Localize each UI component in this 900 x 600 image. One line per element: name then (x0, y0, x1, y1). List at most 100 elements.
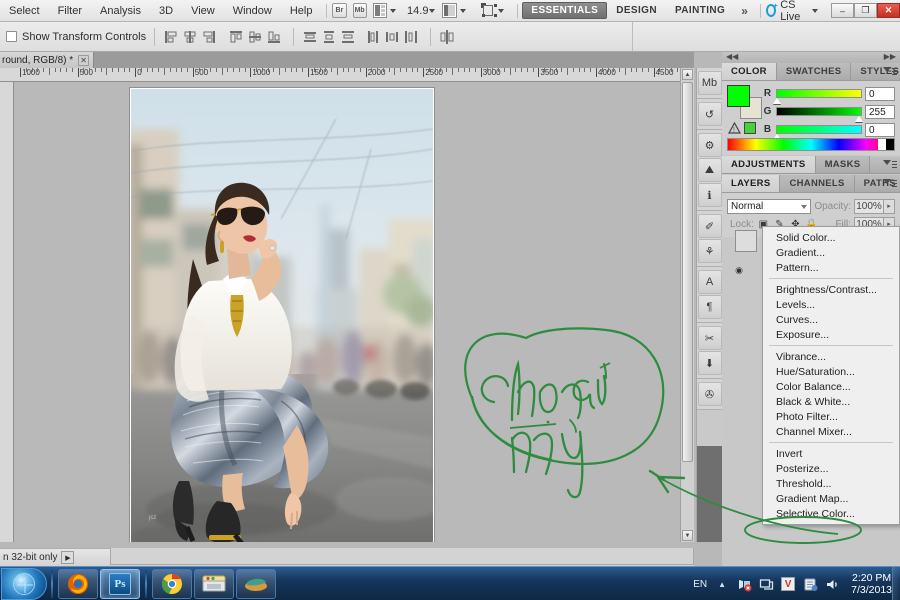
document-tab[interactable]: round, RGB/8) * ✕ (0, 52, 94, 68)
status-menu-icon[interactable]: ▶ (61, 551, 74, 564)
menu-item-pattern[interactable]: Pattern... (763, 260, 899, 275)
minimize-button[interactable]: – (831, 3, 854, 18)
canvas-horizontal-scrollbar[interactable] (110, 548, 694, 565)
workspace-overflow-icon[interactable]: » (734, 4, 755, 18)
arrange-documents-icon[interactable] (373, 3, 387, 18)
tool-presets-icon[interactable]: ✐ (698, 214, 722, 238)
color-panel-menu-icon[interactable] (883, 67, 896, 78)
menu-item-invert[interactable]: Invert (763, 446, 899, 461)
screen-mode-chevron-down-icon[interactable] (460, 9, 466, 13)
channel-slider-r[interactable] (776, 89, 862, 98)
menu-item-exposure[interactable]: Exposure... (763, 327, 899, 342)
align-bottom-edges-icon[interactable] (266, 29, 282, 45)
vertical-scroll-thumb[interactable] (682, 82, 693, 462)
menu-item-photo-filter[interactable]: Photo Filter... (763, 409, 899, 424)
blend-mode-select[interactable]: Normal (727, 199, 811, 214)
channel-slider-thumb-g[interactable] (855, 116, 863, 122)
history-icon[interactable]: ↺ (698, 102, 722, 126)
selection-mode-icon[interactable] (481, 3, 495, 18)
align-top-edges-icon[interactable] (228, 29, 244, 45)
chrome-taskbar-icon[interactable] (152, 569, 192, 599)
show-transform-controls-checkbox[interactable] (6, 31, 17, 42)
launch-mini-bridge-button[interactable]: Mb (353, 3, 367, 18)
channel-value-g[interactable]: 255 (865, 105, 895, 119)
cs-live-chevron-down-icon[interactable] (812, 9, 818, 13)
menu-item-gradient[interactable]: Gradient... (763, 245, 899, 260)
info-icon[interactable]: ℹ (698, 183, 722, 207)
channel-slider-g[interactable] (776, 107, 862, 116)
menu-item-channel-mixer[interactable]: Channel Mixer... (763, 424, 899, 439)
channel-slider-thumb-r[interactable] (773, 98, 781, 104)
align-horizontal-centers-icon[interactable] (182, 29, 198, 45)
distribute-right-edges-icon[interactable] (403, 29, 419, 45)
layers-panel-menu-icon[interactable] (883, 179, 896, 190)
menu-item-gradient-map[interactable]: Gradient Map... (763, 491, 899, 506)
tab-color[interactable]: COLOR (722, 63, 777, 80)
document-tab-close-icon[interactable]: ✕ (78, 55, 89, 66)
paragraph-icon[interactable]: ¶ (698, 295, 722, 319)
blend-mode-chevron-down-icon[interactable] (801, 205, 807, 209)
canvas-vertical-scrollbar[interactable]: ▲ ▼ (680, 68, 694, 542)
workspace-painting[interactable]: PAINTING (666, 2, 734, 19)
align-left-edges-icon[interactable] (163, 29, 179, 45)
distribute-horizontal-centers-icon[interactable] (384, 29, 400, 45)
in-gamut-color-swatch[interactable] (744, 122, 756, 134)
menu-item-posterize[interactable]: Posterize... (763, 461, 899, 476)
channel-slider-b[interactable] (776, 125, 862, 134)
update-icon[interactable] (802, 576, 818, 592)
zoom-level-chevron-down-icon[interactable] (429, 9, 435, 13)
expand-panels-icon[interactable]: ▶▶ (884, 52, 896, 61)
cs-live-button[interactable]: CS Live (766, 0, 825, 23)
channel-value-b[interactable]: 0 (865, 123, 895, 137)
action-center-icon[interactable] (758, 576, 774, 592)
menu-analysis[interactable]: Analysis (91, 2, 150, 20)
workspace-design[interactable]: DESIGN (607, 2, 666, 19)
menu-filter[interactable]: Filter (49, 2, 91, 20)
menu-3d[interactable]: 3D (150, 2, 182, 20)
auto-align-layers-icon[interactable] (439, 29, 455, 45)
menu-item-vibrance[interactable]: Vibrance... (763, 349, 899, 364)
distribute-bottom-edges-icon[interactable] (340, 29, 356, 45)
menu-item-black-white[interactable]: Black & White... (763, 394, 899, 409)
adjustments-panel-menu-icon[interactable] (883, 160, 896, 171)
launch-bridge-button[interactable]: Br (332, 3, 346, 18)
align-vertical-centers-icon[interactable] (247, 29, 263, 45)
unikey-taskbar-icon[interactable] (236, 569, 276, 599)
tab-swatches[interactable]: SWATCHES (777, 63, 852, 80)
network-disconnected-icon[interactable] (736, 576, 752, 592)
menu-view[interactable]: View (182, 2, 224, 20)
canvas-area[interactable]: jcz (14, 82, 694, 542)
menu-item-levels[interactable]: Levels... (763, 297, 899, 312)
actions-icon[interactable]: ✂ (698, 326, 722, 350)
spectrum-black-white-swatches[interactable] (878, 139, 894, 150)
foreground-color-swatch[interactable] (727, 85, 750, 107)
menu-select[interactable]: Select (0, 2, 49, 20)
show-hidden-icons-chevron-up-icon[interactable]: ▲ (714, 576, 730, 592)
tab-masks[interactable]: MASKS (816, 156, 871, 173)
color-spectrum-ramp[interactable] (727, 138, 895, 151)
menu-item-color-balance[interactable]: Color Balance... (763, 379, 899, 394)
scroll-down-button[interactable]: ▼ (682, 530, 693, 541)
file-explorer-taskbar-icon[interactable] (194, 569, 234, 599)
channel-value-r[interactable]: 0 (865, 87, 895, 101)
tab-layers[interactable]: LAYERS (722, 175, 780, 192)
layer-visibility-eye-icon[interactable]: ◉ (731, 263, 747, 277)
tab-adjustments[interactable]: ADJUSTMENTS (722, 156, 816, 173)
brush-presets-icon[interactable]: ⚘ (698, 239, 722, 263)
close-button[interactable]: ✕ (877, 3, 900, 18)
screen-mode-icon[interactable] (442, 3, 456, 18)
image-icon[interactable]: ⛰ (698, 158, 722, 182)
new-adjustment-layer-menu[interactable]: Solid Color...Gradient...Pattern...Brigh… (762, 226, 900, 525)
menu-item-hue-saturation[interactable]: Hue/Saturation... (763, 364, 899, 379)
align-right-edges-icon[interactable] (201, 29, 217, 45)
opacity-stepper[interactable]: ▸ (884, 199, 895, 214)
volume-icon[interactable] (824, 576, 840, 592)
menu-help[interactable]: Help (281, 2, 322, 20)
mini-bridge-icon[interactable]: Mb (698, 71, 722, 95)
workspace-essentials[interactable]: ESSENTIALS (522, 2, 607, 19)
unikey-v-icon[interactable]: V (780, 576, 796, 592)
tab-channels[interactable]: CHANNELS (780, 175, 854, 192)
animation-icon[interactable]: ⬇ (698, 351, 722, 375)
scroll-up-button[interactable]: ▲ (682, 69, 693, 80)
show-desktop-button[interactable] (892, 567, 900, 600)
